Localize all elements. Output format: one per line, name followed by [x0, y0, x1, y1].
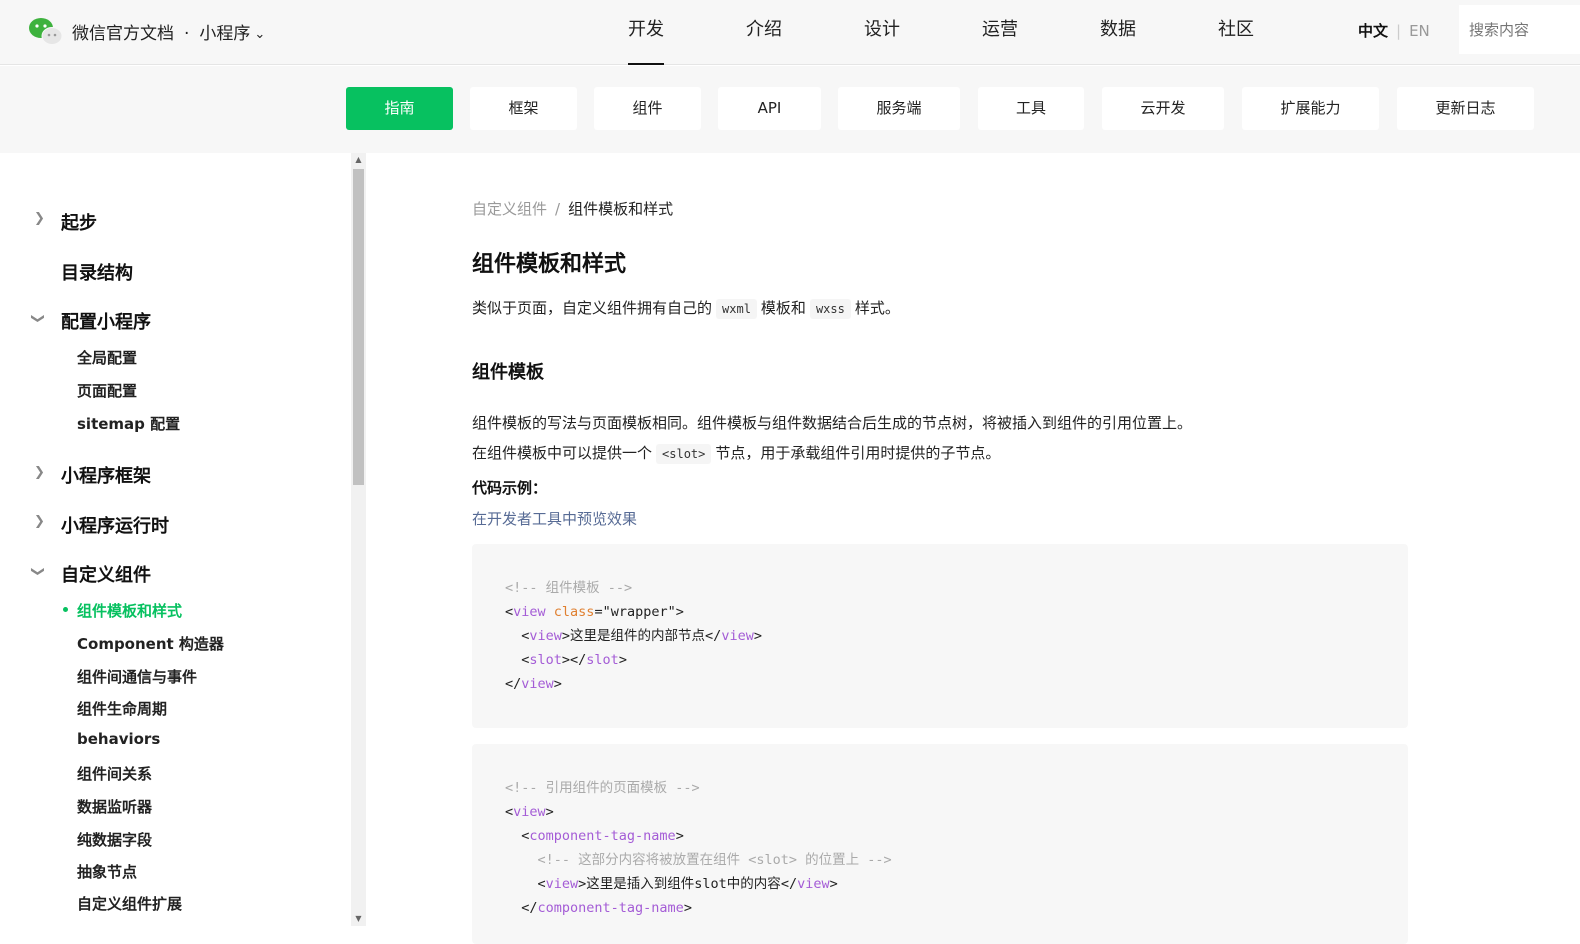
intro-text-c: 样式。: [854, 299, 900, 317]
scroll-thumb[interactable]: [353, 169, 364, 485]
paragraph-2: 在组件模板中可以提供一个 <slot> 节点，用于承载组件引用时提供的子节点。: [472, 442, 1001, 464]
code-tag: component-tag-name: [537, 900, 684, 916]
subnav-server[interactable]: 服务端: [838, 87, 960, 130]
chevron-down-icon[interactable]: ❯: [30, 313, 45, 324]
inline-code-slot: <slot>: [656, 444, 712, 464]
chevron-down-icon[interactable]: ❯: [30, 566, 45, 577]
product-selector[interactable]: 小程序: [199, 24, 250, 44]
inline-code-wxss: wxss: [809, 299, 851, 319]
code-attr-value: "wrapper": [602, 604, 676, 620]
sidebar-item-communication[interactable]: 组件间通信与事件: [77, 666, 197, 687]
nav-item-intro[interactable]: 介绍: [705, 0, 823, 65]
sidebar-item-page-config[interactable]: 页面配置: [77, 380, 137, 401]
sidebar-item-template-style[interactable]: 组件模板和样式: [77, 600, 182, 621]
brand-title[interactable]: 微信官方文档: [72, 24, 174, 44]
code-tag: view: [797, 876, 830, 892]
subnav-guide[interactable]: 指南: [346, 87, 453, 130]
brand[interactable]: 微信官方文档 · 小程序 ⌄: [72, 19, 265, 44]
sidebar-item-observers[interactable]: 数据监听器: [77, 796, 152, 817]
language-switch: 中文 | EN: [1358, 20, 1430, 41]
sidebar-item-custom-components[interactable]: 自定义组件: [61, 561, 151, 587]
sidebar-item-component-constructor[interactable]: Component 构造器: [77, 633, 224, 654]
sidebar-item-behaviors[interactable]: behaviors: [77, 730, 160, 748]
sidebar-item-extend[interactable]: 自定义组件扩展: [77, 893, 182, 914]
sidebar-item-config[interactable]: 配置小程序: [61, 308, 151, 334]
top-header: 微信官方文档 · 小程序 ⌄ 开发 介绍 设计 运营 数据 社区 中文 | EN: [0, 0, 1580, 65]
subnav-cloud[interactable]: 云开发: [1102, 87, 1224, 130]
breadcrumb: 自定义组件 / 组件模板和样式: [472, 198, 673, 219]
section-title: 组件模板: [472, 362, 544, 383]
lang-zh[interactable]: 中文: [1358, 22, 1388, 40]
code-tag: view: [513, 804, 546, 820]
code-block-component-template[interactable]: <!-- 组件模板 --> <view class="wrapper"> <vi…: [472, 544, 1408, 728]
sidebar-item-lifecycle[interactable]: 组件生命周期: [77, 698, 167, 719]
code-tag: view: [521, 676, 554, 692]
chevron-right-icon[interactable]: ❯: [34, 465, 45, 480]
nav-item-operation[interactable]: 运营: [941, 0, 1059, 65]
intro-text-b: 模板和: [760, 299, 806, 317]
subnav-api[interactable]: API: [718, 87, 821, 130]
sidebar-item-runtime[interactable]: 小程序运行时: [61, 512, 169, 538]
scroll-down-arrow-icon[interactable]: ▼: [351, 912, 366, 926]
nav-item-design[interactable]: 设计: [823, 0, 941, 65]
nav-item-community[interactable]: 社区: [1177, 0, 1295, 65]
inline-code-wxml: wxml: [716, 299, 757, 319]
sidebar-item-framework[interactable]: 小程序框架: [61, 462, 151, 488]
chevron-right-icon[interactable]: ❯: [34, 211, 45, 226]
sub-nav: 指南 框架 组件 API 服务端 工具 云开发 扩展能力 更新日志: [0, 66, 1580, 153]
example-label: 代码示例：: [472, 479, 548, 497]
breadcrumb-current: 组件模板和样式: [568, 200, 674, 218]
preview-link[interactable]: 在开发者工具中预览效果: [472, 508, 637, 529]
scroll-up-arrow-icon[interactable]: ▲: [351, 153, 366, 167]
brand-separator: ·: [184, 24, 190, 44]
sidebar-scrollbar[interactable]: ▲ ▼: [351, 153, 366, 926]
main-content: 自定义组件 / 组件模板和样式 组件模板和样式 类似于页面，自定义组件拥有自己的 wx…: [366, 153, 1580, 944]
sidebar-item-pure-data[interactable]: 纯数据字段: [77, 829, 152, 850]
nav-item-develop[interactable]: 开发: [587, 0, 705, 65]
paragraph-1: 组件模板的写法与页面模板相同。组件模板与组件数据结合后生成的节点树，将被插入到组…: [472, 414, 1193, 432]
chevron-right-icon[interactable]: ❯: [34, 514, 45, 529]
search-input[interactable]: [1459, 5, 1580, 54]
code-tag: view: [529, 628, 562, 644]
sidebar-item-sitemap-config[interactable]: sitemap 配置: [77, 413, 180, 434]
code-comment: <!-- 这部分内容将被放置在组件 <slot> 的位置上 -->: [537, 852, 892, 868]
para2-text-a: 在组件模板中可以提供一个: [472, 444, 653, 462]
lang-en[interactable]: EN: [1409, 22, 1430, 40]
lang-divider: |: [1396, 22, 1402, 40]
sidebar-item-relations[interactable]: 组件间关系: [77, 763, 152, 784]
active-bullet-icon: [63, 607, 68, 612]
code-tag: slot: [586, 652, 619, 668]
chevron-down-icon[interactable]: ⌄: [254, 27, 265, 42]
subnav-extensions[interactable]: 扩展能力: [1242, 87, 1379, 130]
subnav-changelog[interactable]: 更新日志: [1397, 87, 1534, 130]
code-comment: <!-- 引用组件的页面模板 -->: [505, 780, 700, 796]
subnav-tools[interactable]: 工具: [978, 87, 1084, 130]
subnav-components[interactable]: 组件: [594, 87, 701, 130]
subnav-framework[interactable]: 框架: [470, 87, 577, 130]
breadcrumb-parent[interactable]: 自定义组件: [472, 200, 547, 218]
page-title: 组件模板和样式: [472, 252, 627, 277]
main-nav: 开发 介绍 设计 运营 数据 社区: [587, 0, 1295, 65]
code-tag: view: [513, 604, 546, 620]
code-tag: view: [721, 628, 754, 644]
code-block-page-template[interactable]: <!-- 引用组件的页面模板 --> <view> <component-tag…: [472, 744, 1408, 944]
breadcrumb-separator: /: [555, 200, 561, 218]
sidebar-item-getting-started[interactable]: 起步: [61, 209, 97, 235]
sidebar-item-generics[interactable]: 抽象节点: [77, 861, 137, 882]
wechat-logo-icon[interactable]: [28, 16, 62, 46]
sidebar: ❯ 起步 目录结构 ❯ 配置小程序 全局配置 页面配置 sitemap 配置 ❯…: [0, 153, 352, 926]
code-attr: class: [553, 604, 595, 620]
nav-item-data[interactable]: 数据: [1059, 0, 1177, 65]
code-tag: component-tag-name: [529, 828, 676, 844]
para2-text-b: 节点，用于承载组件引用时提供的子节点。: [715, 444, 1001, 462]
sidebar-item-global-config[interactable]: 全局配置: [77, 347, 137, 368]
code-text: 这里是组件的内部节点: [570, 628, 706, 644]
intro-paragraph: 类似于页面，自定义组件拥有自己的 wxml 模板和 wxss 样式。: [472, 297, 900, 319]
code-tag: slot: [529, 652, 562, 668]
sidebar-item-directory[interactable]: 目录结构: [61, 259, 133, 285]
intro-text-a: 类似于页面，自定义组件拥有自己的: [472, 299, 713, 317]
code-text: 这里是插入到组件slot中的内容: [586, 876, 781, 892]
code-comment: <!-- 组件模板 -->: [505, 580, 633, 596]
code-tag: view: [545, 876, 579, 892]
